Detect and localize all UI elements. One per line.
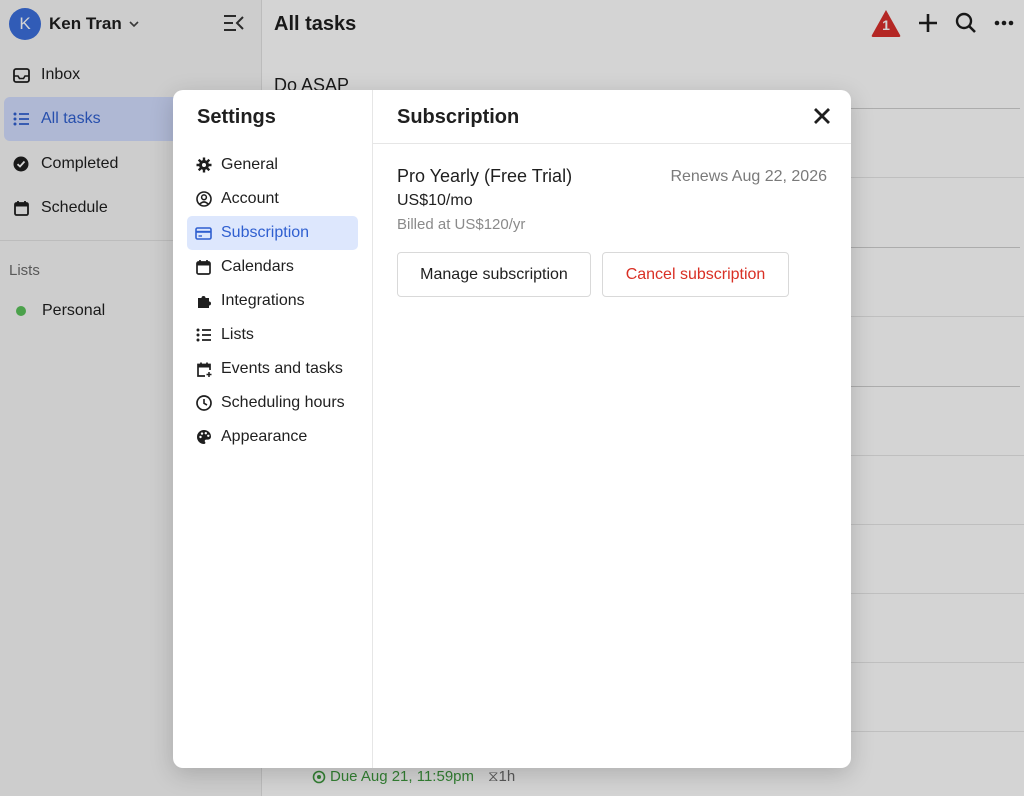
settings-item-events-and-tasks[interactable]: Events and tasks [187, 352, 358, 386]
user-circle-icon [195, 191, 212, 208]
settings-item-scheduling-hours[interactable]: Scheduling hours [187, 386, 358, 420]
list-icon [195, 327, 212, 344]
settings-item-label: Subscription [221, 224, 310, 241]
settings-item-label: Events and tasks [221, 360, 343, 377]
plan-price: US$10/mo [397, 192, 473, 209]
settings-item-label: Account [221, 190, 279, 207]
clock-icon [195, 395, 212, 412]
panel-header: Subscription [373, 90, 851, 144]
settings-title: Settings [197, 106, 276, 128]
settings-item-label: Scheduling hours [221, 394, 345, 411]
puzzle-icon [195, 293, 212, 310]
close-icon[interactable] [813, 107, 831, 125]
renewal-date: Renews Aug 22, 2026 [670, 168, 827, 185]
palette-icon [195, 429, 212, 446]
settings-item-subscription[interactable]: Subscription [187, 216, 358, 250]
settings-nav: Settings General Account Subscription Ca… [173, 90, 373, 768]
gear-icon [195, 157, 212, 174]
settings-item-account[interactable]: Account [187, 182, 358, 216]
settings-item-calendars[interactable]: Calendars [187, 250, 358, 284]
settings-item-lists[interactable]: Lists [187, 318, 358, 352]
settings-item-label: Lists [221, 326, 254, 343]
cancel-subscription-button[interactable]: Cancel subscription [602, 252, 789, 297]
billing-amount: Billed at US$120/yr [397, 216, 526, 233]
settings-item-general[interactable]: General [187, 148, 358, 182]
subscription-panel: Subscription Pro Yearly (Free Trial) Ren… [373, 90, 851, 768]
settings-item-label: Integrations [221, 292, 305, 309]
credit-card-icon [195, 225, 212, 242]
calendar-icon [195, 259, 212, 276]
calendar-plus-icon [195, 361, 212, 378]
settings-item-label: Appearance [221, 428, 308, 445]
panel-title: Subscription [397, 106, 520, 128]
settings-item-appearance[interactable]: Appearance [187, 420, 358, 454]
plan-name: Pro Yearly (Free Trial) [397, 166, 573, 186]
settings-item-label: General [221, 156, 278, 173]
manage-subscription-button[interactable]: Manage subscription [397, 252, 591, 297]
settings-item-label: Calendars [221, 258, 294, 275]
settings-modal: Settings General Account Subscription Ca… [173, 90, 851, 768]
settings-item-integrations[interactable]: Integrations [187, 284, 358, 318]
